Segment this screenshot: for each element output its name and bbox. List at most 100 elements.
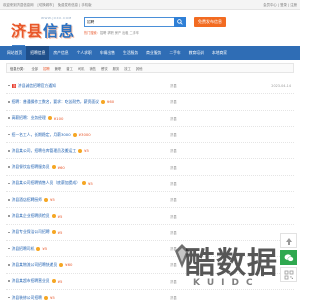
list-item-location: 济县 — [170, 116, 177, 121]
search-icon — [177, 18, 183, 25]
list-item-title[interactable]: 招聘：普通操作工数名，要求：吃苦耐劳，薪资面议 — [12, 99, 99, 105]
list-item-title[interactable]: 济县诚信招聘官方通知 — [18, 83, 56, 89]
list-item[interactable]: 招聘：普通操作工数名，要求：吃苦耐劳，薪资面议 ¥60 济县 — [6, 94, 294, 111]
bullet-icon — [8, 182, 10, 185]
post-info-button[interactable]: 免费发布信息 — [194, 17, 226, 27]
coin-icon — [43, 197, 48, 202]
switch-city-link[interactable]: [切换城市] — [38, 2, 54, 7]
list-item-date: 2023-04-14 — [271, 83, 291, 88]
list-item-title[interactable]: 济县招聘司机 — [12, 246, 35, 252]
search-button[interactable] — [174, 16, 186, 27]
list-item-location: 济县 — [170, 149, 177, 154]
hot-terms[interactable]: 招聘 求职 房产 出租 二手车 — [100, 31, 139, 35]
service-links[interactable]: 免费发布信息 | 手机版 — [58, 2, 92, 7]
watermark: 酷数据 KUIDC — [175, 238, 280, 300]
list-item-title[interactable]: 济县专业保洁公司招聘 — [12, 229, 50, 235]
list-item[interactable]: 济县酒店招聘厨师 ¥5 济县 — [6, 192, 294, 209]
list-item-title[interactable]: 济县某物流公司招聘快递员 — [12, 262, 58, 268]
list-item[interactable]: 济县某公司，招聘仓库管理员及搬运工 ¥5 济县 — [6, 143, 294, 160]
filter-option[interactable]: 兼职 — [55, 66, 62, 71]
nav-item[interactable]: 房产信息 — [49, 46, 72, 60]
coin-icon — [59, 262, 64, 267]
coin-icon — [100, 99, 105, 104]
nav-item[interactable]: 网站首页 — [3, 46, 26, 60]
coin-icon — [51, 230, 56, 235]
list-item-location: 济县 — [170, 165, 177, 170]
bullet-icon — [8, 231, 10, 234]
filter-option[interactable]: 司机 — [78, 66, 85, 71]
nav-item[interactable]: 车辆出售 — [96, 46, 119, 60]
back-to-top-button[interactable] — [280, 233, 297, 248]
bullet-icon — [8, 264, 10, 266]
qr-code-button[interactable] — [280, 267, 297, 282]
bullet-icon — [8, 133, 10, 136]
list-item-price: ¥60 — [65, 262, 73, 268]
list-item-title[interactable]: 济县装修公司招聘 — [12, 295, 42, 300]
list-item-location: 济县 — [170, 84, 177, 89]
nav-item[interactable]: 商业服务 — [142, 46, 165, 60]
list-item-title[interactable]: 济县某超市招聘营业员 — [12, 278, 50, 284]
list-item-title[interactable]: 济县某公司招聘销售人员（底薪加提成） — [12, 180, 80, 186]
wechat-icon — [284, 253, 294, 261]
list-item[interactable]: 顶济县诚信招聘官方通知 济县 2023-04-14 — [6, 78, 294, 95]
list-item-price: ¥60 — [106, 99, 115, 105]
filter-option[interactable]: 技工 — [124, 66, 131, 71]
list-item-price: ¥60 — [57, 164, 65, 170]
filter-option[interactable]: 全部 — [31, 66, 38, 71]
nav-item[interactable]: 教育培训 — [185, 46, 208, 60]
coin-icon — [51, 279, 56, 284]
list-item-price: ¥5 — [49, 197, 55, 203]
nav-item[interactable]: 招聘信息 — [26, 46, 50, 60]
coin-icon — [78, 148, 83, 153]
coin-icon — [36, 246, 41, 251]
list-item-price: ¥3000 — [78, 132, 91, 138]
list-item[interactable]: 济县餐饮店招聘服务员 ¥60 济县 — [6, 159, 294, 176]
top-bar: 欢迎来到济县信息网 [切换城市] 免费发布信息 | 手机版 会员中心 | 登录 … — [0, 0, 300, 10]
watermark-subtext: KUIDC — [193, 278, 260, 288]
list-item-location: 济县 — [170, 133, 177, 138]
filter-option[interactable]: 服务 — [113, 66, 120, 71]
bullet-icon — [8, 101, 10, 103]
list-item-price: ¥5 — [57, 229, 63, 235]
list-item[interactable]: 招一名工人，长期稳定，月薪3000 ¥3000 济县 — [6, 127, 294, 144]
list-item-title[interactable]: 济县某企业招聘质检员 — [12, 213, 50, 219]
coin-icon — [81, 181, 86, 186]
welcome-text: 欢迎来到济县信息网 — [3, 3, 34, 7]
list-item-price: ¥5 — [87, 180, 93, 186]
filter-option[interactable]: 销售 — [89, 66, 96, 71]
qr-icon — [284, 270, 293, 279]
nav-item[interactable]: 生活服务 — [119, 46, 142, 60]
list-item-title[interactable]: 高薪招聘：业务经理 — [12, 115, 46, 121]
hot-searches: 热门搜索：招聘 求职 房产 出租 二手车 — [84, 30, 139, 35]
list-item[interactable]: 济县某企业招聘质检员 ¥5 济县 — [6, 208, 294, 225]
coin-icon — [51, 165, 56, 170]
list-item-title[interactable]: 招一名工人，长期稳定，月薪3000 — [12, 132, 71, 138]
watermark-text: 酷数据 — [185, 246, 278, 281]
list-item[interactable]: 济县某公司招聘销售人员（底薪加提成） ¥5 济县 — [6, 176, 294, 193]
nav-item[interactable]: 个人求职 — [73, 46, 96, 60]
filter-option[interactable]: 餐饮 — [101, 66, 108, 71]
arrow-up-icon — [285, 237, 292, 245]
nav-item[interactable]: 二手车 — [165, 46, 184, 60]
list-item[interactable]: 高薪招聘：业务经理 ¥100 济县 — [6, 111, 294, 127]
list-item-price: ¥5 — [84, 148, 89, 154]
filter-option[interactable]: 其他 — [136, 66, 143, 71]
bullet-icon — [8, 247, 10, 250]
site-logo[interactable]: WWW.JXXX.COM 济县信息网 — [7, 15, 85, 61]
list-item-price: ¥5 — [57, 213, 63, 219]
wechat-button[interactable] — [280, 250, 297, 265]
coin-icon — [72, 132, 77, 137]
nav-item[interactable]: 本地商家 — [208, 46, 231, 60]
category-filter: 信息分类： 全部 招聘 兼职 普工 司机 销售 餐饮 服务 技工 其他 — [6, 63, 294, 73]
pinned-badge: 顶 — [11, 83, 17, 88]
list-item-location: 济县 — [170, 230, 177, 235]
list-item-location: 济县 — [170, 100, 177, 105]
list-item-title[interactable]: 济县酒店招聘厨师 — [12, 197, 42, 203]
filter-option[interactable]: 招聘 — [43, 66, 50, 71]
filter-option[interactable]: 普工 — [66, 66, 73, 71]
account-links[interactable]: 会员中心 | 登录 | 注册 — [263, 2, 297, 7]
list-item-title[interactable]: 济县餐饮店招聘服务员 — [12, 164, 50, 170]
list-item-title[interactable]: 济县某公司，招聘仓库管理员及搬运工 — [12, 148, 77, 154]
bullet-icon — [8, 117, 10, 120]
search-input[interactable] — [85, 18, 173, 26]
